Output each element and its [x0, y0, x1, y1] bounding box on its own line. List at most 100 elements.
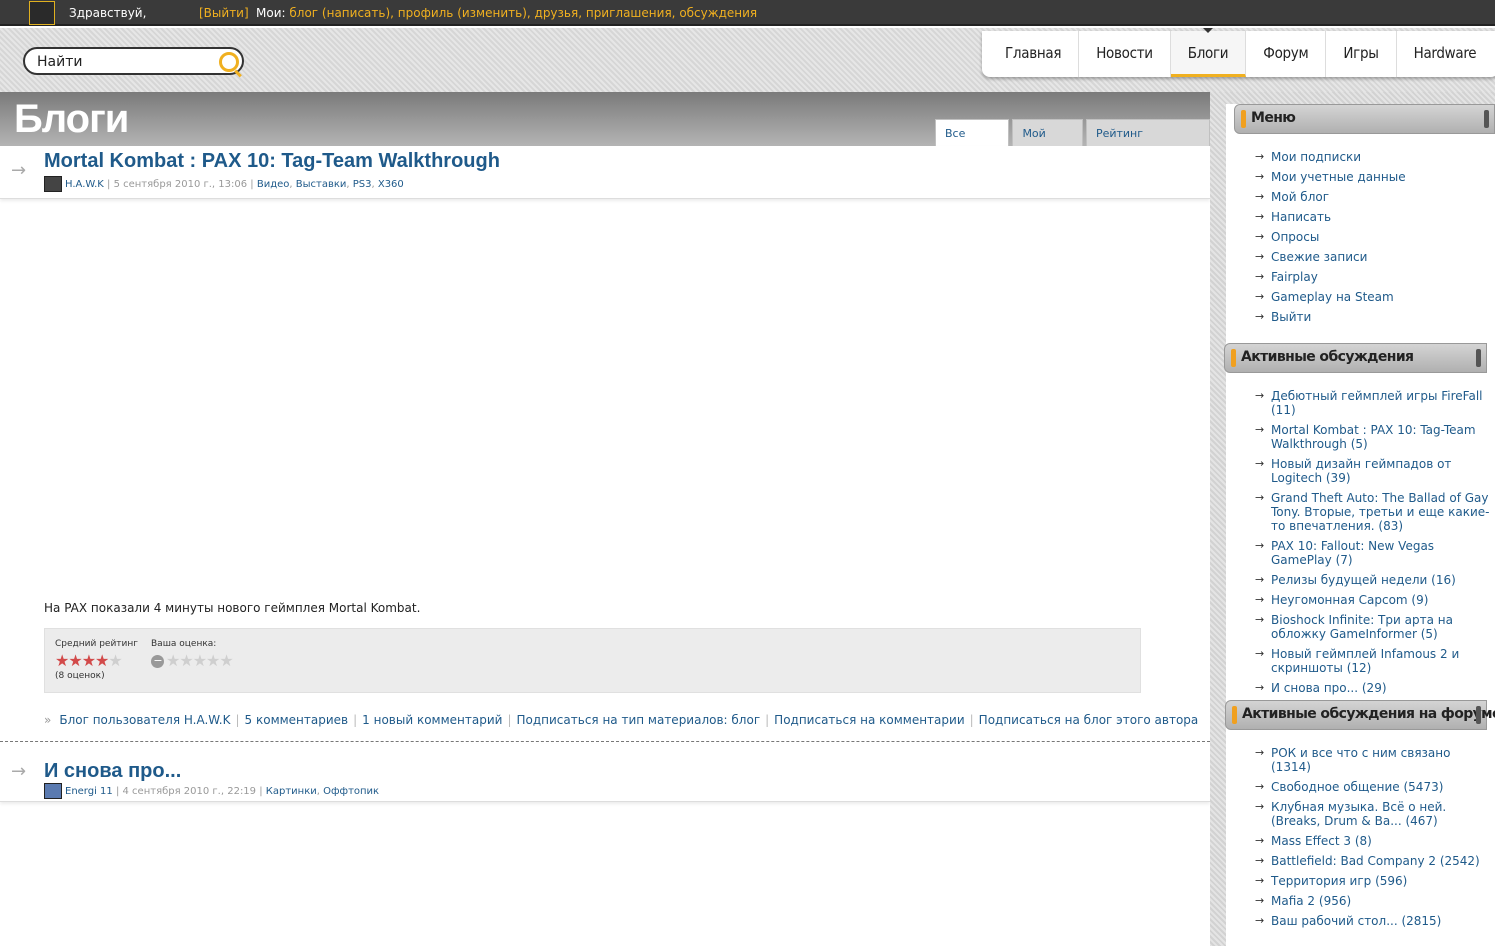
active-block-header: Активные обсуждения: [1224, 343, 1487, 373]
menu-item[interactable]: Gameplay на Steam: [1255, 290, 1406, 304]
main-nav: Главная Новости Блоги Форум Игры Hardwar…: [982, 28, 1495, 77]
nav-home[interactable]: Главная: [988, 31, 1080, 77]
menu-item[interactable]: Fairplay: [1255, 270, 1406, 284]
my-blog-link[interactable]: блог: [289, 6, 318, 20]
subscribe-comments-link[interactable]: Подписаться на комментарии: [774, 713, 964, 727]
author-link[interactable]: H.A.W.K: [65, 179, 104, 190]
tag-link[interactable]: Картинки: [266, 786, 317, 797]
profile-link[interactable]: профиль: [398, 6, 454, 20]
forum-item[interactable]: Battlefield: Bad Company 2 (2542): [1255, 854, 1491, 868]
avatar[interactable]: [29, 1, 55, 25]
user-bar: Здравствуй, [Выйти] Мои: блог (написать)…: [0, 0, 1495, 26]
search-input[interactable]: [37, 53, 217, 71]
rating-panel: Средний рейтинг Ваша оценка: ★★★★★ − ★★★★…: [44, 628, 1141, 693]
tag-link[interactable]: PS3: [353, 179, 372, 190]
arrow-right-icon: →: [11, 761, 27, 782]
tag-link[interactable]: Выставки: [296, 179, 347, 190]
main-content: Блоги Все блоги Мой блог Рейтинг блоггер…: [0, 92, 1210, 946]
forum-item[interactable]: РОК и все что с ним связано (1314): [1255, 746, 1491, 774]
discussion-item[interactable]: Новый геймплей Infamous 2 и скриншоты (1…: [1255, 647, 1491, 675]
discussion-item[interactable]: Неугомонная Capcom (9): [1255, 593, 1491, 607]
discussion-item[interactable]: Дебютный геймплей игры FireFall (11): [1255, 389, 1491, 417]
post-title[interactable]: И снова про...: [44, 760, 181, 783]
menu-title: Меню: [1251, 110, 1296, 126]
your-rating-label: Ваша оценка:: [151, 639, 217, 649]
nav-forum[interactable]: Форум: [1246, 31, 1327, 77]
forum-title: Активные обсуждения на форуме: [1242, 706, 1495, 722]
user-avatar[interactable]: [44, 176, 62, 192]
comments-link[interactable]: 5 комментариев: [245, 713, 349, 727]
raquo-icon: »: [44, 713, 52, 727]
discussion-item[interactable]: PAX 10: Fallout: New Vegas GamePlay (7): [1255, 539, 1491, 567]
discussion-item[interactable]: Новый дизайн геймпадов от Logitech (39): [1255, 457, 1491, 485]
nav-games[interactable]: Игры: [1326, 31, 1397, 77]
forum-list: РОК и все что с ним связано (1314) Свобо…: [1255, 746, 1491, 934]
my-label: Мои:: [256, 6, 286, 20]
post-meta: H.A.W.K | 5 сентября 2010 г., 13:06 | Ви…: [44, 176, 404, 192]
bar-left-decor: [1241, 110, 1246, 128]
sidebar: Меню Мои подписки Мои учетные данные Мой…: [1210, 92, 1495, 946]
menu-item[interactable]: Мой блог: [1255, 190, 1406, 204]
bar-right-decor: [1484, 110, 1489, 128]
logout-link[interactable]: [Выйти]: [199, 6, 249, 20]
forum-item[interactable]: Клубная музыка. Всё о ней. (Breaks, Drum…: [1255, 800, 1491, 828]
site-header: Главная Новости Блоги Форум Игры Hardwar…: [0, 28, 1495, 92]
discussion-item[interactable]: Mortal Kombat : PAX 10: Tag-Team Walkthr…: [1255, 423, 1491, 451]
author-link[interactable]: Energi 11: [65, 786, 113, 797]
subscribe-author-link[interactable]: Подписаться на блог этого автора: [979, 713, 1199, 727]
menu-item[interactable]: Выйти: [1255, 310, 1406, 324]
discussion-item[interactable]: И снова про... (29): [1255, 681, 1491, 695]
edit-profile-link[interactable]: изменить: [462, 6, 522, 20]
tab-bloggers-rating[interactable]: Рейтинг блоггеров: [1085, 119, 1210, 167]
greeting-text: Здравствуй,: [69, 6, 147, 20]
tag-link[interactable]: Видео: [257, 179, 290, 190]
search-icon[interactable]: [219, 52, 239, 72]
user-blog-link[interactable]: Блог пользователя H.A.W.K: [59, 713, 230, 727]
my-links: Мои: блог (написать), профиль (изменить)…: [256, 6, 758, 20]
menu-item[interactable]: Мои учетные данные: [1255, 170, 1406, 184]
tab-my-blog[interactable]: Мой блог: [1012, 119, 1083, 167]
menu-block-header: Меню: [1234, 104, 1495, 134]
bar-left-decor: [1231, 349, 1236, 367]
menu-item[interactable]: Мои подписки: [1255, 150, 1406, 164]
forum-item[interactable]: Территория игр (596): [1255, 874, 1491, 888]
forum-item[interactable]: Свободное общение (5473): [1255, 780, 1491, 794]
forum-block-header: Активные обсуждения на форуме: [1225, 700, 1495, 730]
forum-item[interactable]: Mafia 2 (956): [1255, 894, 1491, 908]
menu-item[interactable]: Написать: [1255, 210, 1406, 224]
post-links: » Блог пользователя H.A.W.K | 5 комментарие…: [44, 713, 1199, 727]
avg-rating-label: Средний рейтинг: [55, 639, 139, 649]
clear-rating-icon[interactable]: −: [151, 655, 164, 668]
menu-item[interactable]: Свежие записи: [1255, 250, 1406, 264]
discussion-item[interactable]: Bioshock Infinite: Три арта на обложку G…: [1255, 613, 1491, 641]
invites-link[interactable]: приглашения: [586, 6, 672, 20]
tag-link[interactable]: Оффтопик: [323, 786, 379, 797]
discussions-link[interactable]: обсуждения: [679, 6, 757, 20]
discussion-item[interactable]: Grand Theft Auto: The Ballad of Gay Tony…: [1255, 491, 1491, 533]
post-divider: [0, 741, 1210, 742]
bar-left-decor: [1232, 706, 1237, 724]
active-title: Активные обсуждения: [1241, 349, 1414, 365]
tab-all-blogs[interactable]: Все блоги: [935, 119, 1010, 167]
new-comment-link[interactable]: 1 новый комментарий: [362, 713, 502, 727]
arrow-right-icon: →: [11, 160, 27, 181]
post-date: 4 сентября 2010 г., 22:19: [122, 786, 257, 797]
avg-rating-stars: ★★★★★: [55, 651, 123, 670]
forum-item[interactable]: Mass Effect 3 (8): [1255, 834, 1491, 848]
nav-news[interactable]: Новости: [1079, 31, 1171, 77]
friends-link[interactable]: друзья: [535, 6, 579, 20]
forum-item[interactable]: Ваш рабочий стол... (2815): [1255, 914, 1491, 928]
blog-tabs: Все блоги Мой блог Рейтинг блоггеров: [935, 119, 1210, 167]
nav-hardware[interactable]: Hardware: [1397, 31, 1494, 77]
discussion-item[interactable]: Релизы будущей недели (16): [1255, 573, 1491, 587]
nav-blogs[interactable]: Блоги: [1170, 28, 1247, 77]
tag-link[interactable]: X360: [378, 179, 404, 190]
post-header: → Mortal Kombat : PAX 10: Tag-Team Walkt…: [0, 146, 1210, 199]
your-rating-stars[interactable]: − ★★★★★: [151, 651, 234, 670]
user-avatar[interactable]: [44, 783, 62, 799]
menu-item[interactable]: Опросы: [1255, 230, 1406, 244]
subscribe-type-link[interactable]: Подписаться на тип материалов: блог: [517, 713, 761, 727]
write-link[interactable]: написать: [327, 6, 386, 20]
sidebar-panel: Меню Мои подписки Мои учетные данные Мой…: [1224, 104, 1495, 946]
post-title[interactable]: Mortal Kombat : PAX 10: Tag-Team Walkthr…: [44, 150, 500, 173]
